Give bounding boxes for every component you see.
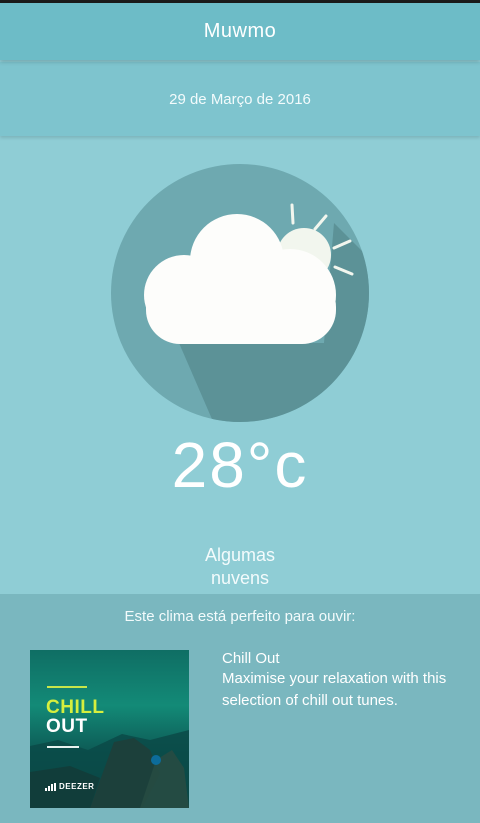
partly-cloudy-icon	[111, 164, 369, 422]
cover-divider	[47, 746, 79, 748]
condition-line-2: nuvens	[210, 568, 270, 588]
music-heading: Este clima está perfeito para ouvir:	[124, 608, 356, 625]
date-bar: 29 de Março de 2016	[0, 62, 480, 136]
cover-title: CHILL OUT	[46, 698, 104, 736]
deezer-logo-icon	[45, 783, 56, 791]
playlist-cover[interactable]: CHILL OUT DEEZER	[30, 650, 189, 808]
playlist-title[interactable]: Chill Out	[222, 650, 280, 667]
cover-brand-name: DEEZER	[59, 782, 95, 791]
weather-condition: Algumas nuvens	[140, 544, 340, 590]
cover-title-line-1: CHILL	[46, 697, 105, 718]
playlist-description: Maximise your relaxation with this selec…	[222, 670, 447, 709]
temperature-readout: 28°c	[171, 429, 309, 501]
cover-title-line-2: OUT	[46, 716, 88, 737]
app-title: Muwmo	[203, 20, 277, 42]
condition-line-1: Algumas	[204, 545, 276, 565]
cover-brand: DEEZER	[45, 782, 94, 791]
app-header: Muwmo	[0, 3, 480, 60]
cover-tag-line	[47, 686, 87, 688]
forecast-date: 29 de Março de 2016	[169, 90, 311, 108]
